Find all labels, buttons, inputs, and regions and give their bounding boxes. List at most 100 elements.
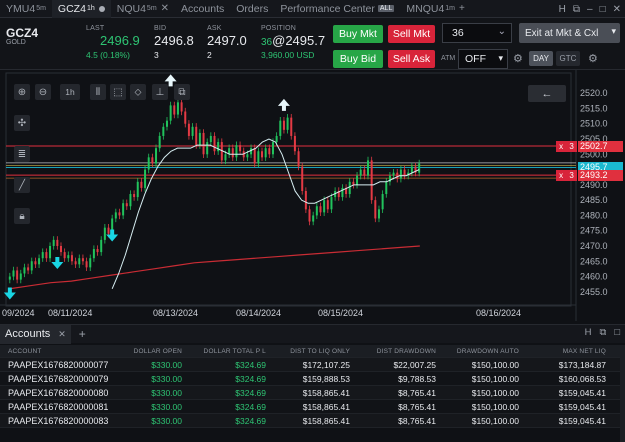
maximize-icon[interactable]: □	[614, 327, 620, 338]
candle-body	[209, 135, 212, 143]
zoom-out-icon[interactable]: ⊖	[35, 84, 51, 100]
candle-body	[107, 227, 110, 234]
crosshair-box-icon[interactable]: ⬚	[110, 84, 126, 100]
account-id: PAAPEX1676820000081	[8, 402, 109, 412]
tab-nqu4[interactable]: NQU4 5m ✕	[111, 0, 175, 18]
column-header[interactable]: DOLLAR OPEN	[129, 345, 182, 358]
popout-icon[interactable]: ⧉	[599, 327, 606, 338]
tag-icon[interactable]: ⬦	[130, 84, 146, 100]
maximize-icon[interactable]: □	[600, 4, 606, 15]
tab-accounts[interactable]: Accounts	[175, 0, 230, 18]
chart-canvas[interactable]: 2520.02515.02510.02505.02500.02495.02490…	[0, 70, 625, 321]
column-header[interactable]: DRAWDOWN AUTO	[438, 345, 519, 358]
sell-mkt-button[interactable]: Sell Mkt	[388, 25, 435, 43]
buy-bid-button[interactable]: Buy Bid	[333, 50, 383, 68]
table-row[interactable]: PAAPEX1676820000077 $330.00 $324.69 $172,10…	[0, 358, 625, 372]
bid-label: BID	[154, 25, 167, 32]
sell-ask-button[interactable]: Sell Ask	[388, 50, 435, 68]
table-cell: $8,765.41	[398, 416, 436, 426]
column-header[interactable]: DIST TO LIQ ONLY	[270, 345, 350, 358]
candle-body	[235, 145, 238, 158]
column-header[interactable]: ACCOUNT	[8, 345, 128, 358]
atm-select[interactable]: OFF ▾	[458, 49, 508, 69]
tab-performance-center[interactable]: Performance Center ALL	[274, 0, 400, 18]
order-gear-icon[interactable]: ⚙	[588, 52, 598, 65]
close-icon[interactable]: ✕	[613, 4, 621, 15]
price-tag-stop-low[interactable]: 2493.2	[578, 169, 623, 181]
zoom-in-icon[interactable]: ⊕	[14, 84, 30, 100]
table-cell: $158,865.41	[302, 416, 350, 426]
candle-body	[326, 200, 329, 210]
candle-body	[63, 252, 66, 259]
draw-line-icon[interactable]: ╱	[14, 177, 30, 193]
ask-column: ASK 2497.0 2	[207, 25, 247, 60]
help-icon[interactable]: H	[585, 327, 592, 338]
buy-marker-icon	[51, 256, 64, 269]
close-tab-icon[interactable]: ✕	[161, 3, 169, 14]
price-tag-stop-high[interactable]: 2502.7	[578, 140, 623, 152]
tab-ymu4[interactable]: YMU4 5m	[0, 0, 52, 18]
add-tab-icon[interactable]: +	[459, 3, 465, 14]
table-row[interactable]: PAAPEX1676820000081 $330.00 $324.69 $158,86…	[0, 400, 625, 414]
cancel-order-tag[interactable]: x3	[556, 169, 577, 181]
bid-price: 2496.8	[154, 33, 194, 48]
table-row[interactable]: PAAPEX1676820000080 $330.00 $324.69 $158,86…	[0, 386, 625, 400]
candle-body	[279, 120, 282, 136]
account-id: PAAPEX1676820000083	[8, 416, 109, 426]
chevron-down-icon[interactable]: ⌄	[498, 26, 506, 37]
column-header[interactable]: DIST DRAWDOWN	[352, 345, 436, 358]
price-chart[interactable]: 2520.02515.02510.02505.02500.02495.02490…	[0, 70, 625, 321]
quantity-value: 36	[452, 27, 464, 39]
bid-size: 3	[154, 50, 159, 60]
table-row[interactable]: PAAPEX1676820000083 $330.00 $324.69 $158,86…	[0, 414, 625, 428]
table-cell: $8,765.41	[398, 388, 436, 398]
notes-icon[interactable]: ≣	[14, 146, 30, 162]
tab-gcz4[interactable]: GCZ4 1h	[51, 0, 111, 18]
interval-button[interactable]: 1h	[60, 84, 80, 100]
table-cell: $324.69	[235, 416, 266, 426]
atm-gear-icon[interactable]: ⚙	[513, 52, 523, 65]
candle-body	[399, 169, 402, 179]
table-cell: $150,100.00	[471, 374, 519, 384]
tab-orders[interactable]: Orders	[230, 0, 274, 18]
table-row[interactable]: PAAPEX1676820000079 $330.00 $324.69 $159,88…	[0, 372, 625, 386]
exit-at-mkt-button[interactable]: Exit at Mkt & Cxl ▾	[519, 23, 620, 43]
column-header[interactable]: DOLLAR TOTAL P L	[186, 345, 266, 358]
tab-label: Accounts	[181, 2, 225, 15]
minimize-icon[interactable]: –	[587, 4, 593, 15]
chevron-down-icon: ▾	[498, 53, 503, 63]
crosshair-icon[interactable]: ✣	[14, 115, 30, 131]
tab-accounts-panel[interactable]: Accounts ✕	[0, 324, 71, 344]
cancel-order-tag[interactable]: x3	[556, 140, 577, 152]
table-cell: $9,788.53	[398, 374, 436, 384]
candle-body	[92, 249, 95, 259]
close-icon[interactable]: x	[559, 171, 563, 180]
indicators-icon[interactable]: ⊥	[152, 84, 168, 100]
column-header[interactable]: MAX NET LIQ	[522, 345, 606, 358]
ask-label: ASK	[207, 25, 222, 32]
back-arrow-button[interactable]: ←	[528, 85, 566, 102]
lock-icon[interactable]: 🔒︎	[14, 208, 30, 224]
tif-gtc-button[interactable]: GTC	[556, 51, 580, 66]
chevron-down-icon[interactable]: ▾	[611, 26, 616, 37]
buy-mkt-button[interactable]: Buy Mkt	[333, 25, 383, 43]
unsaved-dot-icon	[98, 5, 105, 12]
bid-column: BID 2496.8 3	[154, 25, 194, 60]
candle-body	[217, 142, 220, 152]
close-icon[interactable]: x	[559, 142, 563, 151]
help-icon[interactable]: H	[559, 4, 566, 15]
tab-label: NQU4	[116, 2, 146, 15]
tab-mnqu4[interactable]: MNQU4 1m +	[400, 0, 471, 18]
candle-body	[19, 273, 22, 280]
vertical-scrollbar[interactable]	[620, 345, 625, 442]
templates-icon[interactable]: ⧉	[174, 84, 190, 100]
close-tab-icon[interactable]: ✕	[58, 329, 66, 340]
add-tab-icon[interactable]: +	[79, 327, 86, 341]
popout-icon[interactable]: ⧉	[573, 4, 580, 15]
candle-body	[169, 105, 172, 121]
quantity-input[interactable]: 36 ⌄	[442, 23, 512, 43]
candle-body	[158, 135, 161, 149]
candlestick-icon[interactable]: ⫴	[90, 84, 106, 100]
tif-day-button[interactable]: DAY	[529, 51, 553, 66]
x-tick-label: 08/11/2024	[48, 308, 92, 318]
